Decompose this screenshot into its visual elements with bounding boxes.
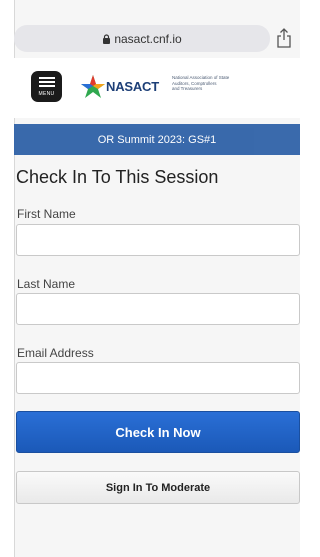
url-text: nasact.cnf.io — [114, 31, 182, 46]
last-name-label: Last Name — [17, 277, 76, 291]
share-icon[interactable] — [276, 28, 292, 48]
session-banner: OR Summit 2023: GS#1 — [14, 124, 300, 155]
star-logo-icon — [81, 75, 105, 98]
sign-in-to-moderate-button[interactable]: Sign In To Moderate — [16, 471, 300, 504]
address-bar[interactable]: nasact.cnf.io — [14, 25, 270, 52]
first-name-field[interactable] — [16, 224, 300, 256]
hamburger-icon-bar — [38, 84, 55, 87]
hamburger-icon — [38, 76, 55, 79]
menu-button[interactable]: MENU — [31, 71, 62, 102]
page-title: Check In To This Session — [16, 167, 219, 187]
hamburger-icon-bar — [38, 80, 55, 83]
email-label: Email Address — [17, 346, 94, 360]
last-name-field[interactable] — [16, 293, 300, 325]
menu-label: MENU — [38, 90, 55, 97]
site-header: MENU NASACT National Association of Stat… — [14, 58, 300, 118]
nasact-logo[interactable]: NASACT National Association of State Aud… — [80, 72, 250, 102]
check-in-button[interactable]: Check In Now — [16, 411, 300, 453]
logo-wordmark: NASACT — [106, 79, 159, 94]
lock-icon — [103, 33, 111, 44]
first-name-label: First Name — [17, 207, 76, 221]
logo-subtitle: National Association of State Auditors, … — [172, 75, 230, 91]
email-field[interactable] — [16, 362, 300, 394]
